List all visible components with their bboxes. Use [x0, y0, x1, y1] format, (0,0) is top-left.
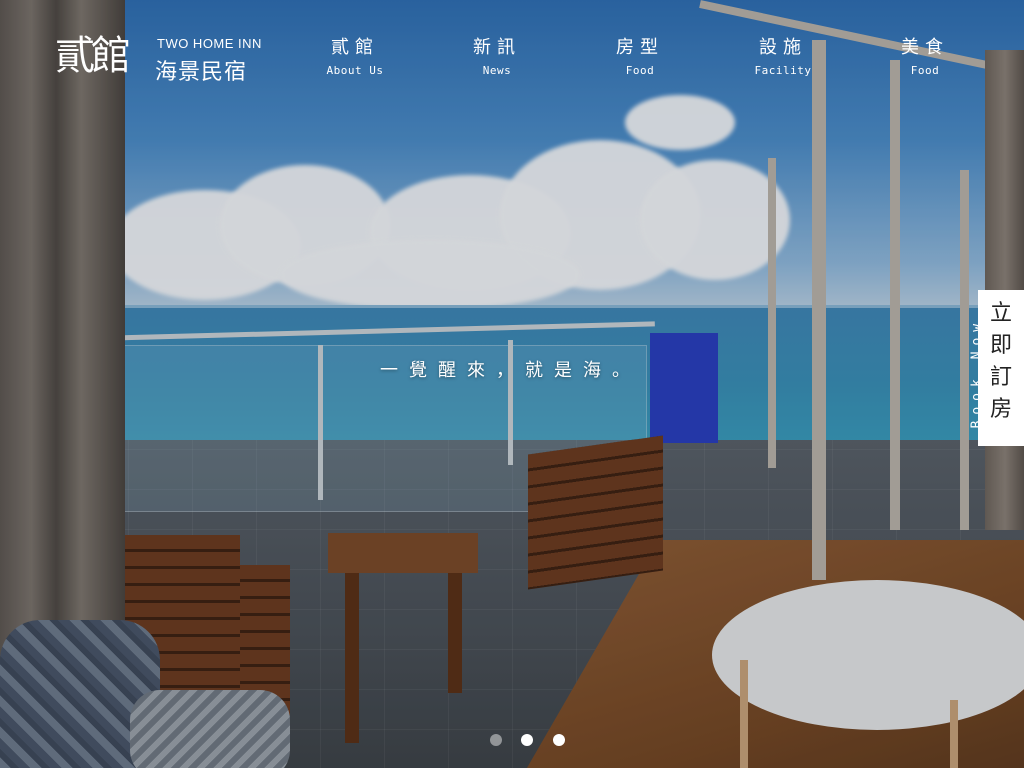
- nav-item-label-zh: 房型: [616, 37, 664, 58]
- nav-item-label-zh: 貳館: [331, 37, 379, 58]
- slider-pagination: [490, 734, 580, 750]
- nav-item-label-en: News: [482, 64, 512, 77]
- book-now-button[interactable]: Book Now 立 即 訂 房: [962, 290, 1024, 446]
- book-now-char: 即: [989, 333, 1012, 358]
- nav-item-facility[interactable]: 設施 Facility: [728, 36, 838, 80]
- main-nav: 貳館 About Us 新訊 News 房型 Food 設施 Facility …: [300, 36, 980, 86]
- slider-dot-1[interactable]: [490, 734, 502, 746]
- logo-chinese-name: 海景民宿: [155, 60, 248, 85]
- nav-item-label-en: About Us: [326, 64, 384, 77]
- slider-dot-2[interactable]: [521, 734, 533, 746]
- overlay-shade: [0, 0, 1024, 768]
- nav-item-about[interactable]: 貳館 About Us: [300, 36, 410, 80]
- hero-slogan: 一覺醒來，就是海。: [380, 360, 641, 381]
- book-now-char: 訂: [989, 365, 1012, 390]
- nav-item-rooms[interactable]: 房型 Food: [585, 36, 695, 80]
- nav-item-label-en: Food: [910, 64, 940, 77]
- nav-item-label-en: Food: [625, 64, 655, 77]
- logo-english-name: TWO HOME INN: [157, 36, 262, 51]
- book-now-chinese: 立 即 訂 房: [978, 290, 1024, 446]
- hero-background-photo: [0, 0, 1024, 768]
- site-logo[interactable]: 貳館 TWO HOME INN 海景民宿: [55, 32, 265, 85]
- nav-item-news[interactable]: 新訊 News: [442, 36, 552, 80]
- slider-dot-3[interactable]: [553, 734, 565, 746]
- logo-mark: 貳館: [55, 33, 131, 79]
- nav-item-label-en: Facility: [754, 64, 812, 77]
- book-now-char: 立: [989, 301, 1012, 326]
- nav-item-food[interactable]: 美食 Food: [870, 36, 980, 80]
- nav-item-label-zh: 新訊: [473, 37, 521, 58]
- book-now-char: 房: [989, 397, 1012, 422]
- nav-item-label-zh: 美食: [901, 37, 949, 58]
- nav-item-label-zh: 設施: [759, 37, 807, 58]
